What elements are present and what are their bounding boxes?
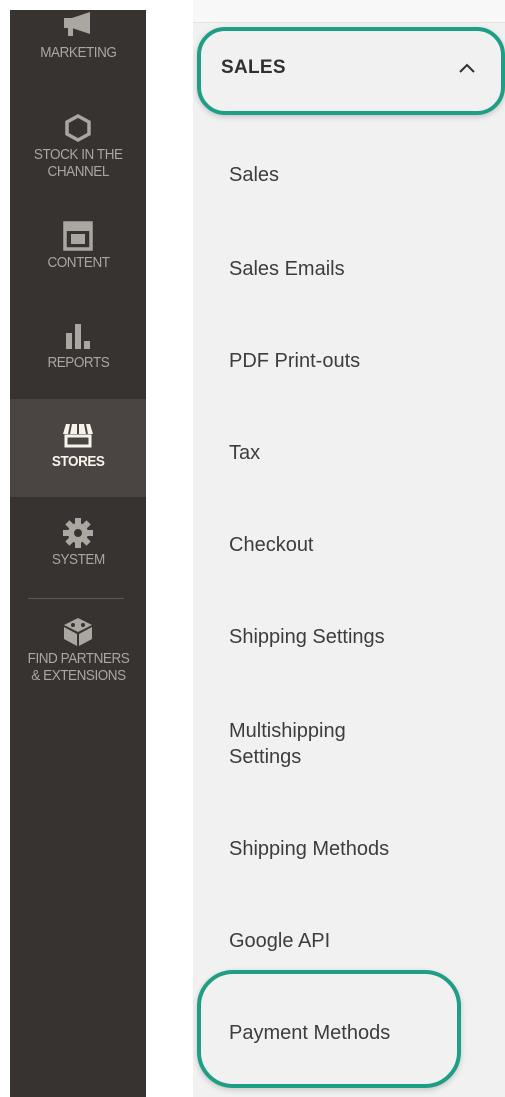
bar-chart-icon <box>60 318 96 354</box>
submenu-item-checkout[interactable]: Checkout <box>229 532 314 558</box>
section-title: SALES <box>221 57 286 78</box>
submenu-item-payment-methods[interactable]: Payment Methods <box>229 1020 390 1046</box>
nav-item-system[interactable]: SYSTEM <box>10 515 146 585</box>
layout-icon <box>60 218 96 254</box>
nav-item-reports[interactable]: REPORTS <box>10 318 146 388</box>
submenu-item-shipping-methods[interactable]: Shipping Methods <box>229 836 389 862</box>
submenu-item-pdf-print-outs[interactable]: PDF Print-outs <box>229 348 360 374</box>
submenu-item-google-api[interactable]: Google API <box>229 928 330 954</box>
submenu-item-sales-emails[interactable]: Sales Emails <box>229 256 345 282</box>
nav-item-marketing[interactable]: MARKETING <box>10 10 146 74</box>
chevron-up-icon[interactable] <box>457 58 477 78</box>
submenu-item-multishipping-settings[interactable]: Multishipping Settings <box>229 718 346 770</box>
admin-sidebar-nav: MARKETING STOCK IN THE CHANNEL CONTENT R… <box>10 10 146 1097</box>
submenu-top-strip <box>193 0 505 23</box>
nav-item-find-partners-extensions[interactable]: FIND PARTNERS & EXTENSIONS <box>10 614 146 704</box>
nav-item-stock-in-the-channel[interactable]: STOCK IN THE CHANNEL <box>10 110 146 200</box>
hexagon-icon <box>60 110 96 146</box>
nav-label-reports: REPORTS <box>47 354 109 371</box>
submenu-item-shipping-settings[interactable]: Shipping Settings <box>229 624 385 650</box>
nav-label-stock-in-the-channel: STOCK IN THE CHANNEL <box>33 146 123 180</box>
nav-divider <box>28 598 124 599</box>
screenshot-frame: MARKETING STOCK IN THE CHANNEL CONTENT R… <box>0 0 505 1097</box>
stores-submenu-panel: SALES Sales Sales Emails PDF Print-outs … <box>193 0 505 1097</box>
nav-label-marketing: MARKETING <box>39 44 117 61</box>
nav-label-find-partners-extensions: FIND PARTNERS & EXTENSIONS <box>27 650 129 684</box>
nav-label-stores: STORES <box>51 453 105 470</box>
nav-item-content[interactable]: CONTENT <box>10 218 146 288</box>
megaphone-icon <box>60 10 96 44</box>
nav-item-stores[interactable]: STORES <box>10 399 146 497</box>
submenu-item-tax[interactable]: Tax <box>229 440 260 466</box>
gear-icon <box>60 515 96 551</box>
sales-section-header[interactable]: SALES <box>201 35 491 101</box>
nav-label-content: CONTENT <box>46 254 110 271</box>
submenu-item-sales[interactable]: Sales <box>229 162 279 188</box>
cubes-icon <box>60 614 96 650</box>
nav-label-system: SYSTEM <box>51 551 105 568</box>
storefront-icon <box>60 417 96 453</box>
